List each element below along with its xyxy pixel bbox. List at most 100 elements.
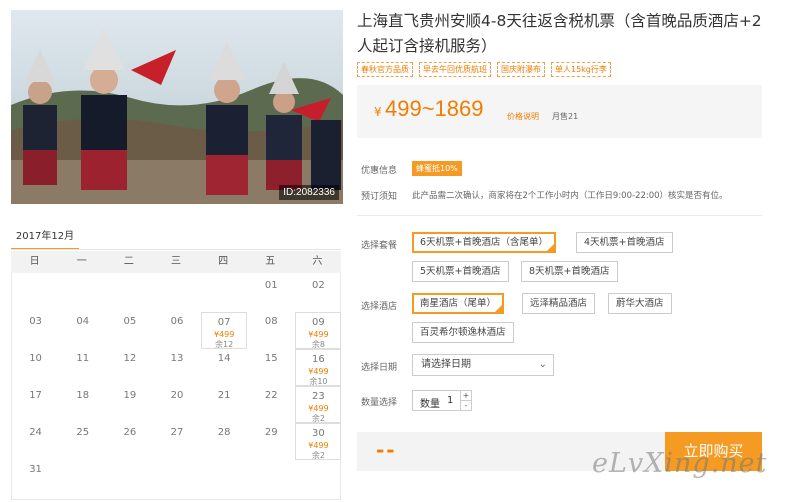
calendar-day: 26 xyxy=(107,423,153,460)
calendar-day: 20 xyxy=(154,386,200,423)
calendar-day: 22 xyxy=(248,386,294,423)
calendar-day-number: 13 xyxy=(170,353,184,364)
date-label: 选择日期 xyxy=(361,363,398,373)
calendar-day: 24 xyxy=(13,423,59,460)
calendar-day-number: 05 xyxy=(123,316,137,327)
weekday-sun: 日 xyxy=(29,256,40,267)
promo-label: 优惠信息 xyxy=(361,166,398,176)
hotel-option[interactable]: 远泽精品酒店 xyxy=(522,293,596,314)
product-photo: ID:2082336 xyxy=(11,10,343,204)
calendar-day-number: 31 xyxy=(29,464,42,475)
calendar-day: 06 xyxy=(154,312,200,349)
calendar-day-number: 24 xyxy=(29,427,42,438)
product-tag: 早去午回优质航班 xyxy=(419,62,491,77)
site-watermark: eLvXing.net xyxy=(592,448,768,479)
calendar-day-number: 09 xyxy=(312,317,325,328)
price-currency: ¥ xyxy=(374,105,382,119)
decrement-button[interactable]: - xyxy=(460,401,471,411)
package-option[interactable]: 4天机票+首晚酒店 xyxy=(576,232,673,253)
calendar-day-available[interactable]: 07 ¥499 余12 xyxy=(201,312,248,349)
calendar-day-number: 28 xyxy=(217,427,231,438)
product-tag: 国庆附瀑布 xyxy=(497,62,545,77)
booking-notice-text: 此产品需二次确认，商家将在2个工作小时内（工作日9:00-22:00）核实是否有… xyxy=(412,191,728,201)
weekday-thu: 四 xyxy=(218,256,229,267)
calendar-day-number: 06 xyxy=(170,316,184,327)
calendar-day-number: 25 xyxy=(76,427,90,438)
hotel-label: 选择酒店 xyxy=(361,302,398,312)
photo-id-label: ID:2082336 xyxy=(279,185,339,200)
calendar-day-number: 01 xyxy=(264,280,278,291)
section-divider xyxy=(357,215,762,216)
calendar-day: 08 xyxy=(248,312,294,349)
booking-notice-label: 预订须知 xyxy=(361,192,398,202)
calendar-day: 29 xyxy=(248,423,294,460)
hotel-option[interactable]: 百灵希尔顿逸林酒店 xyxy=(412,322,514,343)
calendar-day-number: 30 xyxy=(312,428,325,439)
package-label: 选择套餐 xyxy=(361,241,398,251)
calendar-day: 28 xyxy=(201,423,247,460)
calendar-day-number: 17 xyxy=(29,390,42,401)
quantity-stepper[interactable]: 数量 1 + - xyxy=(412,390,472,411)
date-select-placeholder: 请选择日期 xyxy=(421,359,471,370)
calendar-day-number: 23 xyxy=(312,391,325,402)
calendar-day-price: ¥499 xyxy=(308,441,329,450)
calendar-day: 01 xyxy=(248,276,294,313)
weekday-sat: 六 xyxy=(312,256,323,267)
hotel-option[interactable]: 蔚华大酒店 xyxy=(608,293,672,314)
calendar-day: 05 xyxy=(107,312,153,349)
calendar-day-number: 08 xyxy=(264,316,278,327)
quantity-value[interactable]: 1 xyxy=(447,395,453,406)
calendar-day-available[interactable]: 23 ¥499 余2 xyxy=(295,386,342,423)
price-range: 499~1869 xyxy=(385,96,484,121)
calendar-day-number: 03 xyxy=(29,316,42,327)
calendar-day-number: 15 xyxy=(264,353,278,364)
calendar-day: 31 xyxy=(13,460,59,497)
calendar-weekday-header: 日 一 二 三 四 五 六 xyxy=(11,251,341,273)
calendar-day: 12 xyxy=(107,349,153,386)
calendar-day-number: 12 xyxy=(123,353,137,364)
calendar-grid: 01 02 03 04 05 06 07 ¥499 余12 08 09 ¥499 余8 10 11 12 13 1… xyxy=(11,273,342,500)
calendar-day-available[interactable]: 16 ¥499 余10 xyxy=(295,349,342,386)
price-note-link[interactable]: 价格说明 xyxy=(507,111,539,122)
product-tag: 春秋官方品质 xyxy=(357,62,413,77)
calendar-day-number: 14 xyxy=(217,353,231,364)
calendar-day-number: 22 xyxy=(264,390,278,401)
weekday-mon: 一 xyxy=(76,256,87,267)
calendar-day-number: 21 xyxy=(217,390,231,401)
increment-button[interactable]: + xyxy=(460,391,471,401)
calendar-day: 04 xyxy=(60,312,106,349)
promo-badge: 蜂蜜抵10% xyxy=(412,161,462,176)
quantity-label: 数量选择 xyxy=(361,398,398,408)
calendar-day-number: 10 xyxy=(29,353,42,364)
calendar-day-available[interactable]: 09 ¥499 余8 xyxy=(295,312,342,349)
calendar-day: 14 xyxy=(201,349,247,386)
product-tag: 单人15kg行李 xyxy=(551,62,611,77)
product-title: 上海直飞贵州安顺4-8天往返含税机票（含首晚品质酒店+2人起订含接机服务） xyxy=(357,12,762,55)
calendar-day: 02 xyxy=(295,276,341,313)
calendar-day-stock: 余2 xyxy=(311,451,325,460)
calendar-day-number: 18 xyxy=(76,390,90,401)
total-price-placeholder: -- xyxy=(376,438,397,462)
calendar-day-number: 20 xyxy=(170,390,184,401)
price-panel: ¥ 499~1869 价格说明 月售21 xyxy=(357,85,762,138)
calendar-day-number: 02 xyxy=(312,280,325,291)
package-option[interactable]: 8天机票+首晚酒店 xyxy=(521,261,618,282)
calendar-day: 03 xyxy=(13,312,59,349)
package-option-selected[interactable]: 6天机票+首晚酒店（含尾单） xyxy=(412,232,557,253)
calendar-day: 17 xyxy=(13,386,59,423)
calendar-day: 10 xyxy=(13,349,59,386)
calendar-month-tab[interactable]: 2017年12月 xyxy=(11,226,79,250)
date-select[interactable]: 请选择日期 ⌄ xyxy=(412,354,554,376)
calendar-day-price: ¥499 xyxy=(308,404,329,413)
hotel-option-selected[interactable]: 南星酒店（尾单） xyxy=(412,293,505,314)
calendar-day-number: 04 xyxy=(76,316,90,327)
calendar-day-number: 27 xyxy=(170,427,184,438)
calendar-day-available[interactable]: 30 ¥499 余2 xyxy=(295,423,342,460)
calendar-day-number: 07 xyxy=(217,317,231,328)
calendar-day: 15 xyxy=(248,349,294,386)
package-option[interactable]: 5天机票+首晚酒店 xyxy=(412,261,509,282)
calendar-divider xyxy=(11,249,341,250)
calendar-day: 25 xyxy=(60,423,106,460)
weekday-wed: 三 xyxy=(170,256,181,267)
calendar-day-price: ¥499 xyxy=(213,330,235,339)
